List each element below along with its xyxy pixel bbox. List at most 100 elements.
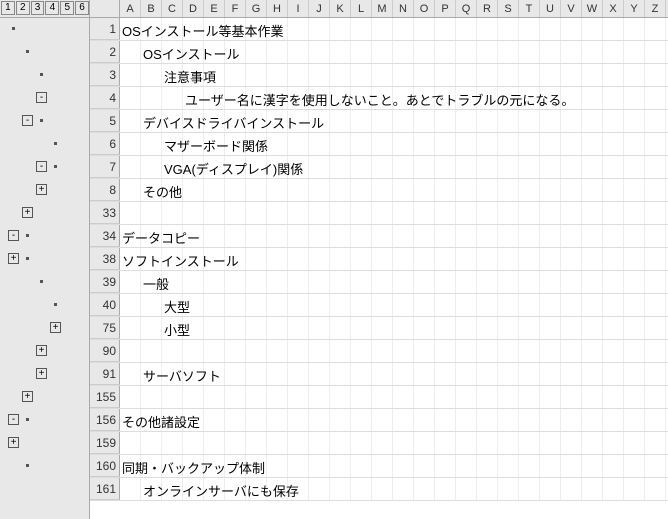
col-header-W[interactable]: W [582,0,603,17]
cell[interactable] [372,41,393,63]
cell[interactable] [603,409,624,431]
cell[interactable] [645,363,666,385]
cell[interactable] [414,455,435,477]
cell[interactable] [645,386,666,408]
cell[interactable] [456,386,477,408]
cell[interactable] [582,18,603,40]
cell[interactable] [645,156,666,178]
outline-level-2[interactable]: 2 [16,1,30,15]
cell[interactable] [120,87,141,109]
cell[interactable] [603,340,624,362]
cell[interactable] [414,432,435,454]
cell[interactable] [372,386,393,408]
cell[interactable] [519,271,540,293]
col-header-Y[interactable]: Y [624,0,645,17]
cell[interactable] [288,340,309,362]
cell[interactable] [351,202,372,224]
cell[interactable] [141,340,162,362]
cell[interactable] [372,271,393,293]
cell[interactable] [477,156,498,178]
cell[interactable] [393,133,414,155]
cell[interactable] [414,179,435,201]
cell[interactable] [393,110,414,132]
cell[interactable] [267,432,288,454]
cell[interactable] [624,478,645,500]
cell[interactable] [204,409,225,431]
cell[interactable] [456,179,477,201]
cell[interactable] [456,317,477,339]
cell[interactable] [435,133,456,155]
cell[interactable] [477,110,498,132]
cell[interactable] [288,202,309,224]
cell[interactable] [246,363,267,385]
outline-level-5[interactable]: 5 [60,1,74,15]
cell[interactable] [225,294,246,316]
outline-level-4[interactable]: 4 [45,1,59,15]
cell[interactable] [372,156,393,178]
cell[interactable] [351,179,372,201]
cell[interactable] [414,386,435,408]
cell[interactable] [498,110,519,132]
cell[interactable] [498,455,519,477]
col-header-T[interactable]: T [519,0,540,17]
cell[interactable] [435,248,456,270]
row-header[interactable]: 2 [90,41,120,63]
cell[interactable] [141,294,162,316]
cell[interactable] [246,64,267,86]
cell[interactable] [141,317,162,339]
cell[interactable] [288,409,309,431]
cell[interactable] [120,156,141,178]
cell[interactable] [540,156,561,178]
row-header[interactable]: 33 [90,202,120,224]
cell[interactable] [225,202,246,224]
cell[interactable] [603,110,624,132]
col-header-Z[interactable]: Z [645,0,666,17]
cell[interactable] [603,156,624,178]
cell[interactable] [519,133,540,155]
cell[interactable] [582,317,603,339]
cell[interactable] [288,386,309,408]
cell[interactable] [246,202,267,224]
cell[interactable] [120,363,141,385]
row-header[interactable]: 8 [90,179,120,201]
cell[interactable] [309,133,330,155]
cell[interactable] [561,386,582,408]
cell[interactable] [645,432,666,454]
cell[interactable] [351,41,372,63]
cell[interactable] [435,478,456,500]
cell[interactable] [246,432,267,454]
row-header[interactable]: 160 [90,455,120,477]
col-header-I[interactable]: I [288,0,309,17]
cell[interactable] [393,340,414,362]
cell[interactable] [225,340,246,362]
cell[interactable] [624,179,645,201]
cell[interactable] [351,133,372,155]
col-header-B[interactable]: B [141,0,162,17]
row-header[interactable]: 75 [90,317,120,339]
cell[interactable] [477,386,498,408]
cell[interactable] [540,455,561,477]
cell[interactable] [330,225,351,247]
cell[interactable] [582,110,603,132]
cell[interactable] [246,248,267,270]
outline-expand-icon[interactable]: + [36,345,47,356]
cell[interactable] [498,156,519,178]
outline-expand-icon[interactable]: + [8,437,19,448]
outline-collapse-icon[interactable]: - [36,161,47,172]
cell[interactable] [267,64,288,86]
cell[interactable] [288,317,309,339]
cell[interactable] [624,271,645,293]
cell[interactable] [456,18,477,40]
cell[interactable] [477,478,498,500]
cell[interactable] [351,18,372,40]
col-header-C[interactable]: C [162,0,183,17]
cell[interactable] [414,64,435,86]
cell[interactable] [330,478,351,500]
cell[interactable] [330,202,351,224]
cell[interactable] [477,41,498,63]
cell[interactable] [393,64,414,86]
cell[interactable] [372,248,393,270]
cell[interactable] [267,271,288,293]
col-header-P[interactable]: P [435,0,456,17]
cell[interactable] [372,110,393,132]
